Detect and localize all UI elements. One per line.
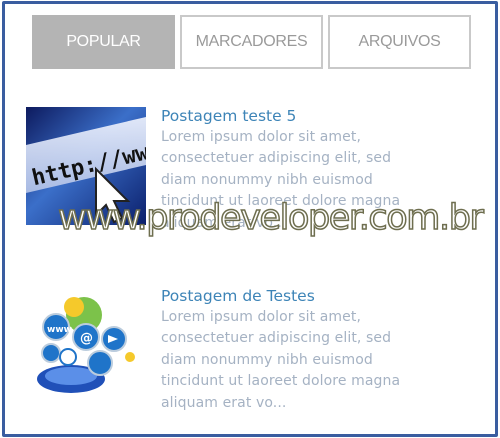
web-network-icons-icon[interactable]: www @ [26, 287, 146, 405]
watermark-text: www.prodeveloper.com.br [57, 197, 484, 239]
excerpt-line: tincidunt ut laoreet dolore magna [161, 373, 401, 390]
tab-popular[interactable]: POPULAR [32, 15, 175, 69]
tab-arquivos[interactable]: ARQUIVOS [328, 15, 471, 69]
post-title-link[interactable]: Postagem teste 5 [161, 105, 481, 127]
post-excerpt: Lorem ipsum dolor sit amet, consectetuer… [161, 307, 481, 414]
tab-marcadores[interactable]: MARCADORES [180, 15, 323, 69]
excerpt-line: consectetuer adipiscing elit, sed [161, 150, 392, 167]
excerpt-line: Lorem ipsum dolor sit amet, [161, 309, 362, 325]
excerpt-line: consectetuer adipiscing elit, sed [161, 330, 392, 347]
excerpt-line: Lorem ipsum dolor sit amet, [161, 129, 362, 145]
svg-text:@: @ [80, 331, 93, 346]
post-title-link[interactable]: Postagem de Testes [161, 285, 481, 307]
excerpt-line: diam nonummy nibh euismod [161, 171, 373, 188]
thumbnail-www-text: www [47, 325, 72, 335]
excerpt-line: diam nonummy nibh euismod [161, 351, 373, 368]
excerpt-line: aliquam erat vo... [161, 394, 287, 411]
post-body: Postagem de Testes Lorem ipsum dolor sit… [161, 285, 481, 414]
